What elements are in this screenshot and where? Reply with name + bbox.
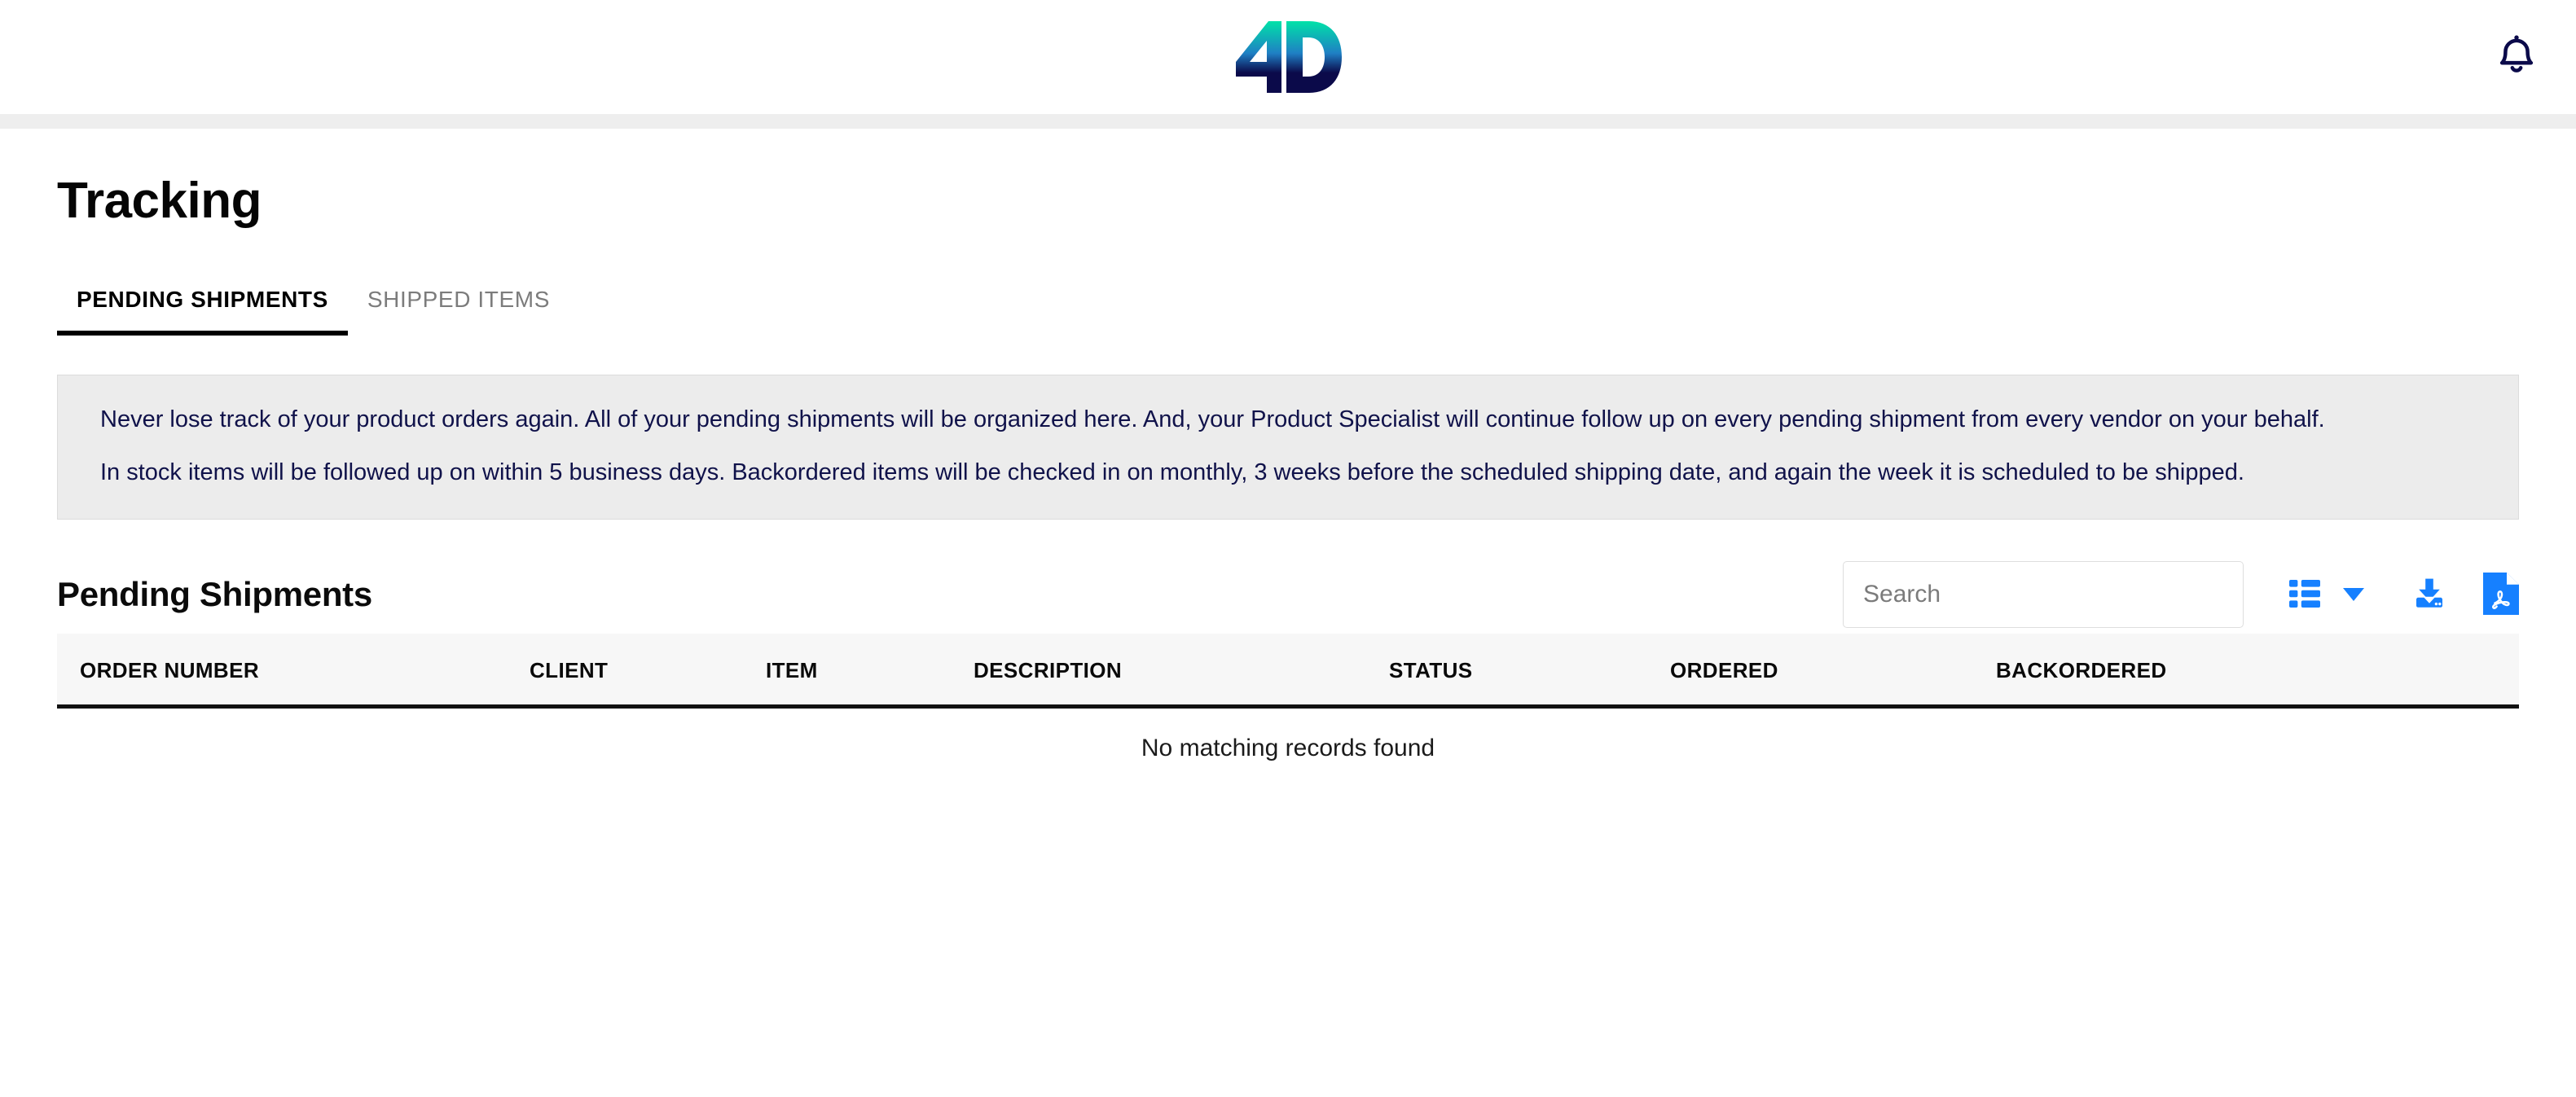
info-paragraph-1: Never lose track of your product orders … bbox=[100, 406, 2325, 432]
export-download-button[interactable] bbox=[2410, 561, 2449, 628]
column-header-status[interactable]: STATUS bbox=[1389, 634, 1670, 709]
table-toolbar bbox=[1843, 561, 2519, 629]
notification-bell-icon bbox=[2495, 33, 2538, 81]
column-visibility-icon bbox=[2289, 579, 2320, 610]
download-export-icon bbox=[2410, 574, 2449, 616]
section-title: Pending Shipments bbox=[57, 575, 372, 614]
info-panel: Never lose track of your product orders … bbox=[57, 375, 2519, 520]
table-head: ORDER NUMBER CLIENT ITEM DESCRIPTION STA… bbox=[57, 634, 2519, 709]
app-header bbox=[0, 0, 2576, 114]
empty-state-message: No matching records found bbox=[1141, 735, 1435, 762]
chevron-down-icon bbox=[2343, 588, 2364, 602]
page-title: Tracking bbox=[57, 173, 262, 229]
tab-bar: PENDING SHIPMENTS SHIPPED ITEMS bbox=[57, 269, 2519, 336]
column-header-ordered[interactable]: ORDERED bbox=[1670, 634, 1996, 709]
table-body: No matching records found bbox=[57, 707, 2519, 784]
notification-bell-button[interactable] bbox=[2486, 27, 2547, 87]
export-pdf-button[interactable] bbox=[2483, 561, 2519, 628]
tab-pending-shipments[interactable]: PENDING SHIPMENTS bbox=[57, 287, 348, 336]
column-header-client[interactable]: CLIENT bbox=[530, 634, 766, 709]
pdf-export-icon bbox=[2483, 572, 2519, 617]
column-visibility-button[interactable] bbox=[2289, 561, 2364, 628]
column-header-order-number[interactable]: ORDER NUMBER bbox=[57, 634, 530, 709]
4d-logo[interactable] bbox=[1234, 0, 1342, 114]
info-paragraph-2: In stock items will be followed up on wi… bbox=[100, 459, 2244, 486]
pending-shipments-table: ORDER NUMBER CLIENT ITEM DESCRIPTION STA… bbox=[57, 634, 2519, 783]
page-body: Tracking PENDING SHIPMENTS SHIPPED ITEMS… bbox=[0, 176, 2576, 783]
table-empty-row: No matching records found bbox=[57, 707, 2519, 784]
column-header-item[interactable]: ITEM bbox=[766, 634, 974, 709]
column-header-backordered[interactable]: BACKORDERED bbox=[1996, 634, 2519, 709]
section-header-row: Pending Shipments bbox=[57, 555, 2519, 634]
table-header-row: ORDER NUMBER CLIENT ITEM DESCRIPTION STA… bbox=[57, 634, 2519, 709]
tab-shipped-items[interactable]: SHIPPED ITEMS bbox=[348, 287, 569, 336]
header-divider bbox=[0, 114, 2576, 129]
column-header-description[interactable]: DESCRIPTION bbox=[974, 634, 1389, 709]
search-input[interactable] bbox=[1843, 561, 2244, 629]
